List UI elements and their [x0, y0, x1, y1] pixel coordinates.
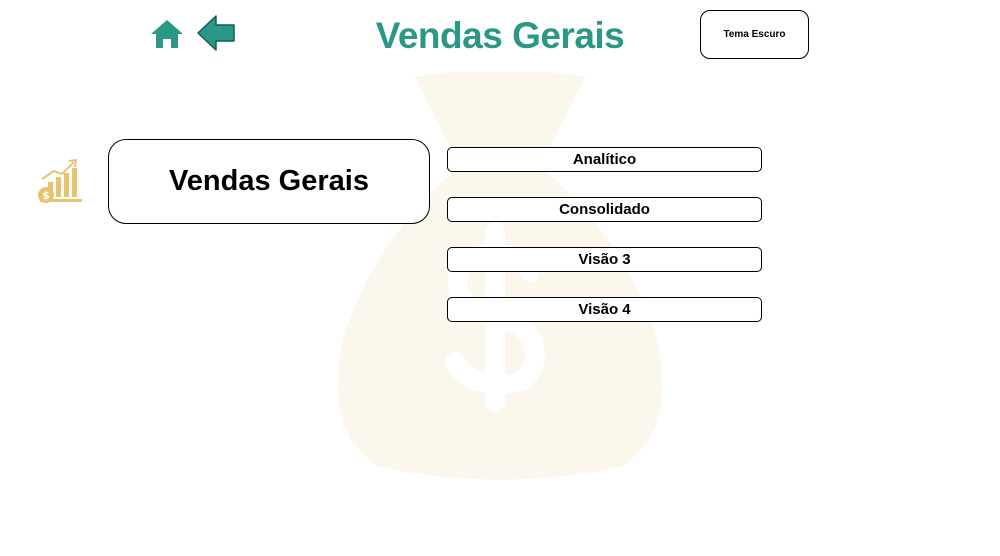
analitico-button[interactable]: Analítico: [447, 147, 762, 172]
svg-text:$: $: [42, 189, 50, 202]
page-title: Vendas Gerais: [375, 15, 625, 56]
back-arrow-icon[interactable]: [196, 14, 236, 52]
main-title-card: Vendas Gerais: [108, 139, 430, 224]
consolidado-button[interactable]: Consolidado: [447, 197, 762, 222]
visao-3-button[interactable]: Visão 3: [447, 247, 762, 272]
dark-theme-button[interactable]: Tema Escuro: [700, 10, 809, 59]
visao-4-button[interactable]: Visão 4: [447, 297, 762, 322]
home-icon[interactable]: [150, 18, 184, 50]
sales-growth-icon: $: [38, 158, 82, 203]
money-bag-watermark-icon: [337, 72, 663, 480]
